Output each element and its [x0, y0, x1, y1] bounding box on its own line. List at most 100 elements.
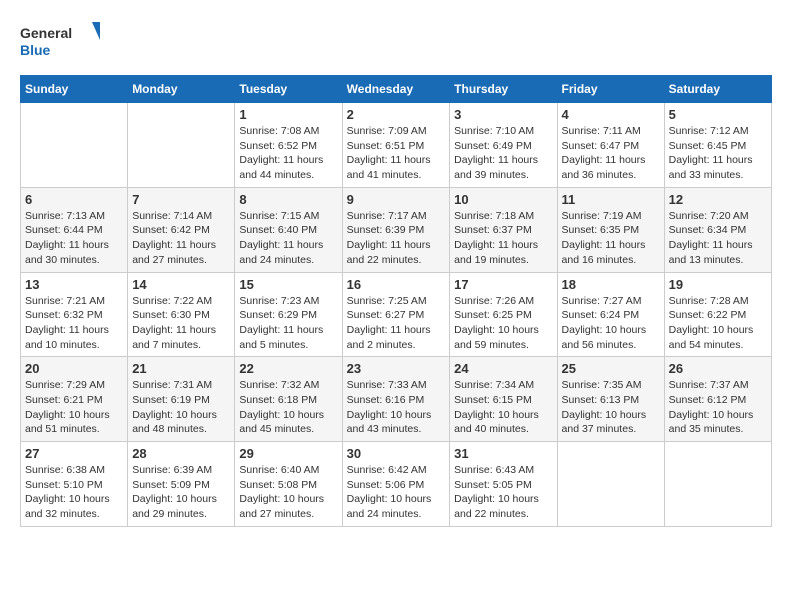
day-info: Sunrise: 7:17 AM Sunset: 6:39 PM Dayligh…: [347, 209, 446, 268]
day-info: Sunrise: 7:12 AM Sunset: 6:45 PM Dayligh…: [669, 124, 767, 183]
calendar-cell: 3 Sunrise: 7:10 AM Sunset: 6:49 PM Daylig…: [450, 103, 557, 188]
day-info: Sunrise: 7:26 AM Sunset: 6:25 PM Dayligh…: [454, 294, 552, 353]
calendar-cell: 29Sunrise: 6:40 AM Sunset: 5:08 PM Dayli…: [235, 442, 342, 527]
calendar-cell: 27 Sunrise: 6:38 AM Sunset: 5:10 PM Dayli…: [21, 442, 128, 527]
day-number: 20: [25, 361, 123, 376]
day-number: 3: [454, 107, 552, 122]
day-number: 31: [454, 446, 552, 461]
calendar-cell: 6 Sunrise: 7:13 AM Sunset: 6:44 PM Daylig…: [21, 187, 128, 272]
day-number: 26: [669, 361, 767, 376]
calendar-cell: 10 Sunrise: 7:18 AM Sunset: 6:37 PM Dayli…: [450, 187, 557, 272]
calendar-week-row: 6 Sunrise: 7:13 AM Sunset: 6:44 PM Daylig…: [21, 187, 772, 272]
calendar-cell: 31 Sunrise: 6:43 AM Sunset: 5:05 PM Dayli…: [450, 442, 557, 527]
day-number: 5: [669, 107, 767, 122]
calendar-cell: 4 Sunrise: 7:11 AM Sunset: 6:47 PM Daylig…: [557, 103, 664, 188]
logo-svg: General Blue: [20, 20, 100, 65]
calendar-cell: 30 Sunrise: 6:42 AM Sunset: 5:06 PM Dayli…: [342, 442, 450, 527]
calendar-table: SundayMondayTuesdayWednesdayThursdayFrid…: [20, 75, 772, 527]
calendar-cell: [21, 103, 128, 188]
calendar-cell: 22 Sunrise: 7:32 AM Sunset: 6:18 PM Dayli…: [235, 357, 342, 442]
calendar-cell: 8Sunrise: 7:15 AM Sunset: 6:40 PM Daylig…: [235, 187, 342, 272]
calendar-cell: 24 Sunrise: 7:34 AM Sunset: 6:15 PM Dayli…: [450, 357, 557, 442]
day-info: Sunrise: 6:38 AM Sunset: 5:10 PM Dayligh…: [25, 463, 123, 522]
day-number: 12: [669, 192, 767, 207]
day-number: 30: [347, 446, 446, 461]
calendar-cell: 14Sunrise: 7:22 AM Sunset: 6:30 PM Dayli…: [128, 272, 235, 357]
day-number: 16: [347, 277, 446, 292]
day-info: Sunrise: 6:39 AM Sunset: 5:09 PM Dayligh…: [132, 463, 230, 522]
day-info: Sunrise: 7:13 AM Sunset: 6:44 PM Dayligh…: [25, 209, 123, 268]
day-number: 22: [239, 361, 337, 376]
day-number: 21: [132, 361, 230, 376]
day-number: 2: [347, 107, 446, 122]
calendar-cell: 17Sunrise: 7:26 AM Sunset: 6:25 PM Dayli…: [450, 272, 557, 357]
calendar-cell: [128, 103, 235, 188]
day-info: Sunrise: 7:23 AM Sunset: 6:29 PM Dayligh…: [239, 294, 337, 353]
weekday-header: Sunday: [21, 76, 128, 103]
day-info: Sunrise: 6:43 AM Sunset: 5:05 PM Dayligh…: [454, 463, 552, 522]
calendar-cell: 7 Sunrise: 7:14 AM Sunset: 6:42 PM Daylig…: [128, 187, 235, 272]
day-info: Sunrise: 7:19 AM Sunset: 6:35 PM Dayligh…: [562, 209, 660, 268]
svg-text:General: General: [20, 25, 72, 41]
weekday-header: Saturday: [664, 76, 771, 103]
day-number: 7: [132, 192, 230, 207]
day-info: Sunrise: 7:37 AM Sunset: 6:12 PM Dayligh…: [669, 378, 767, 437]
day-info: Sunrise: 7:15 AM Sunset: 6:40 PM Dayligh…: [239, 209, 337, 268]
calendar-cell: [557, 442, 664, 527]
day-info: Sunrise: 7:21 AM Sunset: 6:32 PM Dayligh…: [25, 294, 123, 353]
day-info: Sunrise: 7:20 AM Sunset: 6:34 PM Dayligh…: [669, 209, 767, 268]
logo: General Blue: [20, 20, 100, 65]
calendar-cell: 16 Sunrise: 7:25 AM Sunset: 6:27 PM Dayli…: [342, 272, 450, 357]
calendar-cell: 2 Sunrise: 7:09 AM Sunset: 6:51 PM Daylig…: [342, 103, 450, 188]
day-number: 9: [347, 192, 446, 207]
calendar-cell: 12 Sunrise: 7:20 AM Sunset: 6:34 PM Dayli…: [664, 187, 771, 272]
calendar-cell: 15 Sunrise: 7:23 AM Sunset: 6:29 PM Dayli…: [235, 272, 342, 357]
calendar-cell: 20 Sunrise: 7:29 AM Sunset: 6:21 PM Dayli…: [21, 357, 128, 442]
day-number: 25: [562, 361, 660, 376]
day-info: Sunrise: 7:11 AM Sunset: 6:47 PM Dayligh…: [562, 124, 660, 183]
day-info: Sunrise: 7:35 AM Sunset: 6:13 PM Dayligh…: [562, 378, 660, 437]
weekday-header: Friday: [557, 76, 664, 103]
day-number: 27: [25, 446, 123, 461]
day-info: Sunrise: 7:29 AM Sunset: 6:21 PM Dayligh…: [25, 378, 123, 437]
weekday-header: Tuesday: [235, 76, 342, 103]
page-header: General Blue: [20, 20, 772, 65]
day-number: 10: [454, 192, 552, 207]
weekday-header: Wednesday: [342, 76, 450, 103]
calendar-cell: 5 Sunrise: 7:12 AM Sunset: 6:45 PM Daylig…: [664, 103, 771, 188]
day-number: 24: [454, 361, 552, 376]
day-info: Sunrise: 7:31 AM Sunset: 6:19 PM Dayligh…: [132, 378, 230, 437]
weekday-header: Thursday: [450, 76, 557, 103]
day-number: 4: [562, 107, 660, 122]
calendar-cell: 28Sunrise: 6:39 AM Sunset: 5:09 PM Dayli…: [128, 442, 235, 527]
day-number: 13: [25, 277, 123, 292]
day-number: 1: [239, 107, 337, 122]
calendar-cell: 11Sunrise: 7:19 AM Sunset: 6:35 PM Dayli…: [557, 187, 664, 272]
day-number: 15: [239, 277, 337, 292]
day-info: Sunrise: 7:10 AM Sunset: 6:49 PM Dayligh…: [454, 124, 552, 183]
day-info: Sunrise: 7:08 AM Sunset: 6:52 PM Dayligh…: [239, 124, 337, 183]
day-info: Sunrise: 6:42 AM Sunset: 5:06 PM Dayligh…: [347, 463, 446, 522]
day-info: Sunrise: 7:27 AM Sunset: 6:24 PM Dayligh…: [562, 294, 660, 353]
calendar-cell: 13 Sunrise: 7:21 AM Sunset: 6:32 PM Dayli…: [21, 272, 128, 357]
calendar-cell: 9 Sunrise: 7:17 AM Sunset: 6:39 PM Daylig…: [342, 187, 450, 272]
day-info: Sunrise: 7:14 AM Sunset: 6:42 PM Dayligh…: [132, 209, 230, 268]
day-number: 14: [132, 277, 230, 292]
svg-text:Blue: Blue: [20, 42, 51, 58]
day-number: 18: [562, 277, 660, 292]
calendar-cell: 23Sunrise: 7:33 AM Sunset: 6:16 PM Dayli…: [342, 357, 450, 442]
calendar-cell: 19Sunrise: 7:28 AM Sunset: 6:22 PM Dayli…: [664, 272, 771, 357]
day-info: Sunrise: 7:33 AM Sunset: 6:16 PM Dayligh…: [347, 378, 446, 437]
calendar-cell: 18 Sunrise: 7:27 AM Sunset: 6:24 PM Dayli…: [557, 272, 664, 357]
weekday-header-row: SundayMondayTuesdayWednesdayThursdayFrid…: [21, 76, 772, 103]
weekday-header: Monday: [128, 76, 235, 103]
day-info: Sunrise: 7:18 AM Sunset: 6:37 PM Dayligh…: [454, 209, 552, 268]
day-info: Sunrise: 7:34 AM Sunset: 6:15 PM Dayligh…: [454, 378, 552, 437]
calendar-week-row: 20 Sunrise: 7:29 AM Sunset: 6:21 PM Dayli…: [21, 357, 772, 442]
calendar-cell: [664, 442, 771, 527]
calendar-cell: 25 Sunrise: 7:35 AM Sunset: 6:13 PM Dayli…: [557, 357, 664, 442]
day-info: Sunrise: 7:32 AM Sunset: 6:18 PM Dayligh…: [239, 378, 337, 437]
day-info: Sunrise: 7:25 AM Sunset: 6:27 PM Dayligh…: [347, 294, 446, 353]
day-info: Sunrise: 7:09 AM Sunset: 6:51 PM Dayligh…: [347, 124, 446, 183]
day-number: 6: [25, 192, 123, 207]
